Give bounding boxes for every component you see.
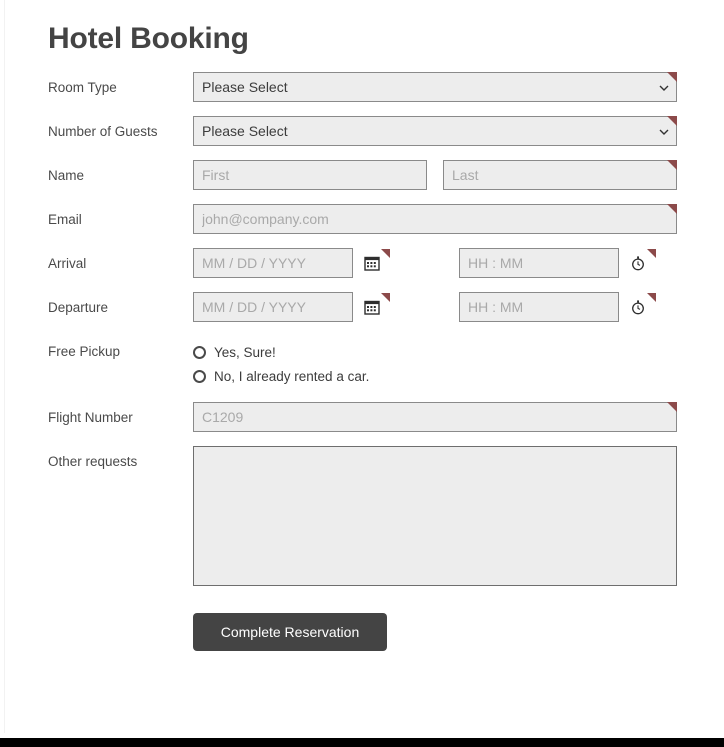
label-room-type: Room Type xyxy=(48,80,117,95)
form-row-submit: Complete Reservation xyxy=(0,613,724,651)
guests-field-shell: Please Select xyxy=(193,116,677,146)
arrival-time-input[interactable] xyxy=(459,248,619,278)
other-requests-textarea[interactable] xyxy=(193,446,677,586)
other-requests-shell xyxy=(193,446,677,591)
guests-select[interactable]: Please Select xyxy=(193,116,677,146)
flight-number-input[interactable] xyxy=(193,402,677,432)
radio-option-no[interactable]: No, I already rented a car. xyxy=(193,364,369,388)
label-other-requests: Other requests xyxy=(48,454,138,469)
required-flag-departure-time xyxy=(647,293,656,302)
radio-option-yes[interactable]: Yes, Sure! xyxy=(193,340,369,364)
label-email: Email xyxy=(48,212,82,227)
email-field-shell xyxy=(193,204,677,234)
required-flag-arrival-date xyxy=(381,249,390,258)
label-arrival: Arrival xyxy=(48,256,87,271)
name-first-input[interactable] xyxy=(193,160,427,190)
name-last-input[interactable] xyxy=(443,160,677,190)
arrival-date-input[interactable] xyxy=(193,248,353,278)
form-row-guests: Number of Guests Please Select xyxy=(0,116,724,146)
calendar-icon[interactable] xyxy=(363,292,390,322)
label-free-pickup: Free Pickup xyxy=(48,344,121,359)
label-guests: Number of Guests xyxy=(48,124,158,139)
hotel-booking-form: Hotel Booking Room Type Please Select Nu… xyxy=(0,0,724,651)
form-row-arrival: Arrival xyxy=(0,248,724,278)
form-row-departure: Departure xyxy=(0,292,724,322)
radio-label-yes: Yes, Sure! xyxy=(214,344,276,360)
departure-time-input[interactable] xyxy=(459,292,619,322)
email-input[interactable] xyxy=(193,204,677,234)
departure-date-shell xyxy=(193,292,353,322)
form-row-flight-number: Flight Number xyxy=(0,402,724,432)
flight-number-shell xyxy=(193,402,677,432)
departure-time-shell xyxy=(459,292,619,322)
form-row-room-type: Room Type Please Select xyxy=(0,72,724,102)
radio-circle-icon[interactable] xyxy=(193,345,206,359)
radio-circle-icon[interactable] xyxy=(193,369,206,383)
departure-date-input[interactable] xyxy=(193,292,353,322)
required-flag-departure-date xyxy=(381,293,390,302)
arrival-date-shell xyxy=(193,248,353,278)
stopwatch-icon[interactable] xyxy=(629,248,656,278)
form-row-name: Name xyxy=(0,160,724,190)
name-last-shell xyxy=(443,160,677,190)
required-flag-arrival-time xyxy=(647,249,656,258)
page-title: Hotel Booking xyxy=(48,22,249,55)
free-pickup-radio-group: Yes, Sure! No, I already rented a car. xyxy=(193,336,369,388)
name-first-shell xyxy=(193,160,427,190)
arrival-time-shell xyxy=(459,248,619,278)
label-flight-number: Flight Number xyxy=(48,410,133,425)
label-departure: Departure xyxy=(48,300,109,315)
room-type-select[interactable]: Please Select xyxy=(193,72,677,102)
calendar-icon[interactable] xyxy=(363,248,390,278)
stopwatch-icon[interactable] xyxy=(629,292,656,322)
room-type-field-shell: Please Select xyxy=(193,72,677,102)
complete-reservation-button[interactable]: Complete Reservation xyxy=(193,613,387,651)
radio-label-no: No, I already rented a car. xyxy=(214,368,370,384)
label-name: Name xyxy=(48,168,85,183)
form-row-free-pickup: Free Pickup Yes, Sure! No, I already ren… xyxy=(0,336,724,388)
form-row-email: Email xyxy=(0,204,724,234)
form-row-other-requests: Other requests xyxy=(0,446,724,591)
footer-bar xyxy=(0,738,724,747)
